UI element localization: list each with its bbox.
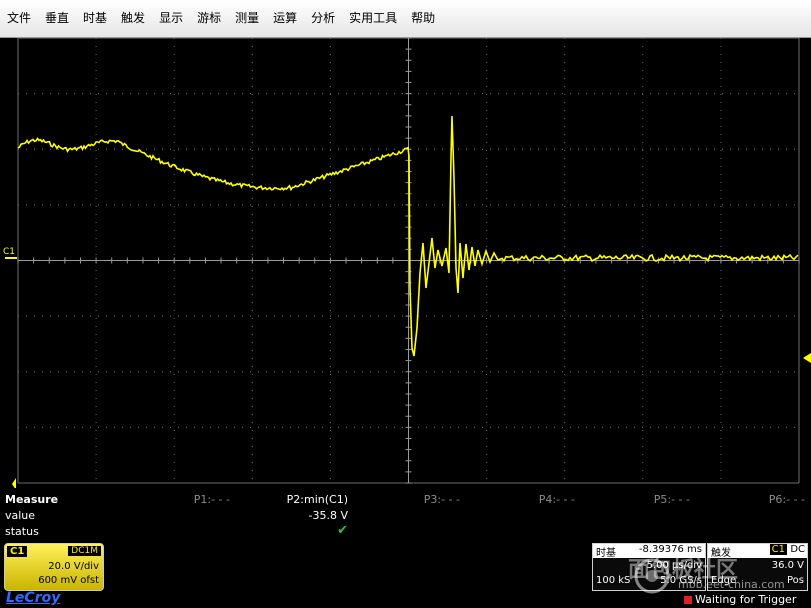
param-p1[interactable]: P1:- - - [120, 493, 230, 506]
menu-cursors[interactable]: 游标 [190, 0, 228, 37]
menu-vertical[interactable]: 垂直 [38, 0, 76, 37]
waveform-display[interactable]: C1 [0, 38, 811, 488]
trigger-coupling: DC [790, 544, 805, 555]
param-p6[interactable]: P6:- - - [695, 493, 805, 506]
trigger-source: C1 [769, 544, 787, 555]
param-p3[interactable]: P3:- - - [350, 493, 460, 506]
menu-measure[interactable]: 测量 [228, 0, 266, 37]
param-p5[interactable]: P5:- - - [580, 493, 690, 506]
acquisition-status: Waiting for Trigger [684, 593, 796, 606]
menu-math[interactable]: 运算 [266, 0, 304, 37]
timebase-title: 时基 [596, 548, 616, 559]
trigger-level: 36.0 V [771, 560, 804, 571]
menu-analysis[interactable]: 分析 [304, 0, 342, 37]
param-p2-value: -35.8 V [308, 509, 348, 522]
c1-channel-descriptor[interactable]: C1 DC1M 20.0 V/div 600 mV ofst [4, 543, 104, 591]
c1-offset-marker[interactable] [5, 257, 17, 259]
menu-trigger[interactable]: 触发 [114, 0, 152, 37]
c1-coupling: DC1M [68, 546, 101, 556]
menu-file[interactable]: 文件 [0, 0, 38, 37]
measure-title: Measure [5, 493, 59, 506]
c1-marker-label: C1 [3, 247, 15, 257]
menu-timebase[interactable]: 时基 [76, 0, 114, 37]
watermark-url: mbb.eet-china.com [678, 578, 785, 591]
status-text: Waiting for Trigger [695, 593, 797, 606]
measure-panel: Measure value status P1:- - - P2:min(C1)… [0, 492, 811, 540]
menu-help[interactable]: 帮助 [404, 0, 442, 37]
c1-offset: 600 mV ofst [38, 575, 99, 586]
measure-row-value: value [5, 509, 36, 522]
param-p2[interactable]: P2:min(C1) [238, 493, 348, 506]
menu-display[interactable]: 显示 [152, 0, 190, 37]
trigger-slope: Pos [786, 575, 804, 586]
lecroy-logo: LeCroy [6, 590, 61, 606]
param-p4[interactable]: P4:- - - [465, 493, 575, 506]
c1-scale: 20.0 V/div [48, 561, 99, 572]
menu-bar: 文件 垂直 时基 触发 显示 游标 测量 运算 分析 实用工具 帮助 [0, 0, 811, 38]
menu-utilities[interactable]: 实用工具 [342, 0, 404, 37]
c1-tag: C1 [7, 546, 28, 557]
measure-row-status: status [5, 525, 39, 538]
status-indicator-icon [684, 596, 692, 604]
param-p2-status-icon: ✔ [337, 523, 348, 538]
timebase-samples: 100 kS [596, 575, 631, 586]
